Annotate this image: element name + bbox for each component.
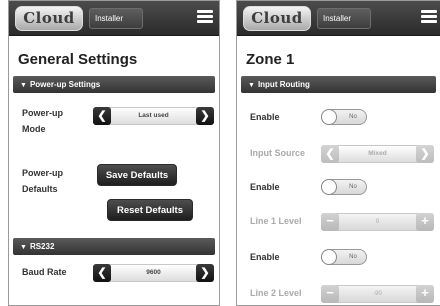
top-bar: Cloud Installer xyxy=(9,1,219,36)
baud-rate-selector: ❮ 9600 ❯ xyxy=(93,264,214,282)
line-2-level-control: − -90 + xyxy=(321,285,434,303)
reset-defaults-button[interactable]: Reset Defaults xyxy=(107,199,193,221)
toggle-state: No xyxy=(349,254,357,260)
power-up-mode-label: Power-up Mode xyxy=(22,108,64,134)
cloud-logo: Cloud xyxy=(243,6,311,31)
enable-label: Enable xyxy=(250,182,280,192)
line-2-level-label: Line 2 Level xyxy=(250,288,302,298)
left-arrow-icon[interactable]: ❮ xyxy=(321,145,339,163)
zone-1-screen: Cloud Installer Zone 1 ▼ Input Routing En… xyxy=(236,0,440,306)
power-up-mode-selector: ❮ Last used ❯ xyxy=(93,107,214,125)
power-up-settings-header[interactable]: ▼ Power-up Settings xyxy=(13,76,215,93)
page-title: Zone 1 xyxy=(246,51,295,68)
line-2-level-value: -90 xyxy=(373,291,382,297)
left-arrow-icon[interactable]: ❮ xyxy=(93,107,111,125)
input-source-selector: ❮ Mixed ❯ xyxy=(321,145,434,163)
enable-toggle-2[interactable]: No xyxy=(321,179,367,195)
plus-icon[interactable]: + xyxy=(416,285,434,303)
enable-label: Enable xyxy=(250,252,280,262)
input-source-value: Mixed xyxy=(368,150,387,157)
enable-label: Enable xyxy=(250,112,280,122)
right-arrow-icon[interactable]: ❯ xyxy=(196,107,214,125)
section-title: Input Routing xyxy=(257,80,310,89)
input-routing-header[interactable]: ▼ Input Routing xyxy=(241,76,436,93)
minus-icon[interactable]: − xyxy=(321,213,339,231)
top-bar: Cloud Installer xyxy=(237,1,440,36)
input-source-label: Input Source xyxy=(250,148,306,158)
plus-icon[interactable]: + xyxy=(416,213,434,231)
toggle-state: No xyxy=(349,184,357,190)
right-arrow-icon[interactable]: ❯ xyxy=(416,145,434,163)
minus-icon[interactable]: − xyxy=(321,285,339,303)
chevron-down-icon: ▼ xyxy=(20,82,27,89)
toggle-knob xyxy=(321,179,337,195)
save-defaults-button[interactable]: Save Defaults xyxy=(97,164,177,186)
cloud-logo: Cloud xyxy=(15,6,83,31)
left-arrow-icon[interactable]: ❮ xyxy=(93,264,111,282)
power-up-defaults-label: Power-up Defaults xyxy=(22,168,64,194)
toggle-knob xyxy=(321,109,337,125)
baud-rate-label: Baud Rate xyxy=(22,267,67,277)
line-1-level-label: Line 1 Level xyxy=(250,216,302,226)
hamburger-menu-icon[interactable] xyxy=(197,10,213,24)
chevron-down-icon: ▼ xyxy=(248,82,255,89)
hamburger-menu-icon[interactable] xyxy=(421,10,437,24)
line-1-level-control: − 0 + xyxy=(321,213,434,231)
installer-button[interactable]: Installer xyxy=(317,8,371,29)
chevron-down-icon: ▼ xyxy=(20,244,27,251)
enable-toggle-1[interactable]: No xyxy=(321,109,367,125)
enable-toggle-3[interactable]: No xyxy=(321,249,367,265)
installer-button[interactable]: Installer xyxy=(89,8,143,29)
power-up-mode-value: Last used xyxy=(138,112,169,119)
toggle-state: No xyxy=(349,114,357,120)
section-title: Power-up Settings xyxy=(29,80,101,89)
general-settings-screen: Cloud Installer General Settings ▼ Power-… xyxy=(8,0,220,306)
page-title: General Settings xyxy=(18,51,138,68)
toggle-knob xyxy=(321,249,337,265)
rs232-header[interactable]: ▼ RS232 xyxy=(13,238,215,255)
line-1-level-value: 0 xyxy=(375,219,380,225)
baud-rate-value: 9600 xyxy=(146,269,161,276)
section-title: RS232 xyxy=(29,242,55,251)
right-arrow-icon[interactable]: ❯ xyxy=(196,264,214,282)
